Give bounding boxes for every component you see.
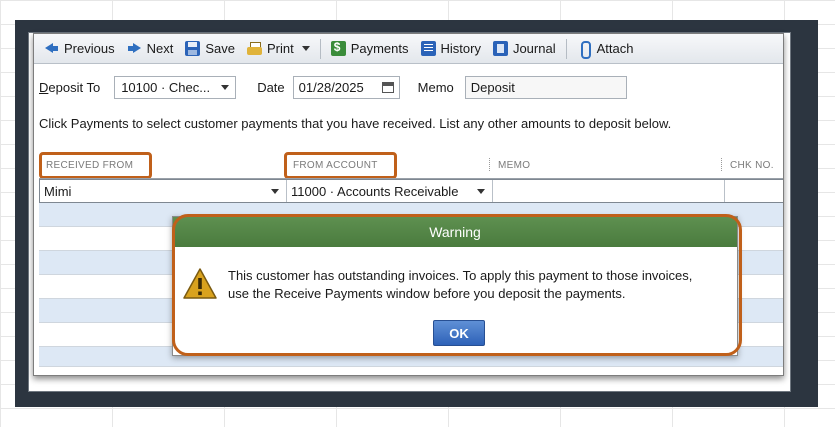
- paperclip-icon: [577, 41, 592, 59]
- chevron-down-icon: [221, 84, 230, 90]
- history-button[interactable]: History: [415, 37, 487, 61]
- date-value: 01/28/2025: [298, 79, 364, 95]
- column-divider: [721, 158, 722, 171]
- memo-cell[interactable]: [493, 180, 725, 202]
- attach-button[interactable]: Attach: [571, 37, 640, 61]
- history-label: History: [440, 41, 481, 56]
- print-button[interactable]: Print: [241, 37, 316, 61]
- calendar-icon[interactable]: [381, 81, 394, 93]
- journal-icon: [492, 41, 508, 56]
- from-account-value: 11000 · Accounts Receivable: [291, 183, 459, 199]
- deposit-to-label: Deposit To: [39, 79, 101, 95]
- save-icon: [185, 41, 201, 56]
- chk-no-cell[interactable]: [725, 180, 783, 202]
- arrow-right-icon: [127, 41, 142, 56]
- print-label: Print: [266, 41, 294, 56]
- memo-label: Memo: [417, 79, 454, 95]
- dialog-highlight: [172, 214, 742, 356]
- deposit-to-value: 10100 · Chec...: [121, 79, 211, 95]
- history-icon: [420, 41, 436, 56]
- received-from-value: Mimi: [44, 183, 72, 199]
- chevron-down-icon[interactable]: [477, 189, 485, 194]
- payments-label: Payments: [350, 41, 409, 56]
- save-button[interactable]: Save: [179, 37, 241, 61]
- column-divider: [489, 158, 490, 171]
- printer-icon: [246, 41, 262, 56]
- toolbar: Previous Next Save Print Payments Histor…: [34, 34, 783, 64]
- payments-button[interactable]: Payments: [325, 37, 415, 61]
- toolbar-divider: [565, 38, 567, 59]
- received-from-cell[interactable]: Mimi: [40, 180, 287, 202]
- previous-button[interactable]: Previous: [38, 37, 121, 61]
- attach-label: Attach: [596, 41, 634, 56]
- memo-value: Deposit: [470, 79, 515, 95]
- column-header-memo: MEMO: [498, 160, 531, 171]
- journal-button[interactable]: Journal: [487, 37, 562, 61]
- instruction-text: Click Payments to select customer paymen…: [39, 116, 672, 131]
- received-from-highlight: [39, 152, 152, 179]
- memo-field[interactable]: Deposit: [464, 75, 627, 99]
- next-button[interactable]: Next: [121, 37, 180, 61]
- from-account-cell[interactable]: 11000 · Accounts Receivable: [287, 180, 493, 202]
- arrow-left-icon: [44, 41, 59, 56]
- date-field[interactable]: 01/28/2025: [292, 75, 400, 99]
- previous-label: Previous: [64, 41, 115, 56]
- chevron-down-icon[interactable]: [301, 46, 310, 51]
- payments-icon: [330, 40, 346, 56]
- deposit-to-select[interactable]: 10100 · Chec...: [114, 75, 237, 99]
- header-fields: Deposit To 10100 · Chec... Date 01/28/20…: [39, 75, 627, 99]
- save-label: Save: [205, 41, 235, 56]
- from-account-highlight: [284, 152, 397, 179]
- date-label: Date: [257, 79, 285, 95]
- toolbar-divider: [319, 38, 321, 59]
- chevron-down-icon[interactable]: [271, 189, 279, 194]
- table-row[interactable]: Mimi 11000 · Accounts Receivable: [39, 179, 783, 203]
- next-label: Next: [146, 41, 174, 56]
- journal-label: Journal: [512, 41, 556, 56]
- column-header-chk-no: CHK NO.: [730, 160, 774, 171]
